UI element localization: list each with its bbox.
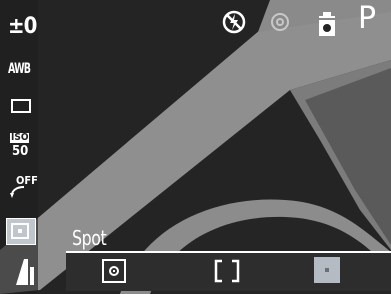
flash-off-icon xyxy=(222,10,246,38)
iso-indicator: ISO 50 xyxy=(10,133,32,159)
image-quality-icon xyxy=(14,257,36,290)
evaluative-dot xyxy=(113,270,115,272)
metering-mode-indicator[interactable] xyxy=(6,218,36,245)
self-timer-indicator: OFF xyxy=(10,175,38,201)
single-shot-drive-icon xyxy=(11,99,31,113)
iso-value: 50 xyxy=(12,144,29,159)
metering-options-bar xyxy=(66,251,391,291)
left-indicator-column: ±0 AWB ISO 50 OFF xyxy=(0,0,38,294)
shooting-mode-indicator: P xyxy=(358,1,377,36)
self-timer-arrow-icon xyxy=(10,186,25,198)
white-balance-indicator: AWB xyxy=(8,61,31,77)
scene-background xyxy=(0,0,391,294)
center-weighted-brackets-icon xyxy=(214,259,240,283)
iso-label: ISO xyxy=(10,132,30,143)
metering-center-weighted-option[interactable] xyxy=(214,259,240,283)
camera-shake-warning-icon xyxy=(317,12,337,42)
metering-evaluative-option[interactable] xyxy=(102,259,126,283)
red-eye-reduction-icon xyxy=(269,12,291,36)
spot-dot-icon xyxy=(325,268,329,272)
metering-spot-small-icon xyxy=(11,223,29,239)
camera-lcd-screen: ±0 AWB ISO 50 OFF P Spot xyxy=(0,0,391,294)
exposure-compensation-indicator: ±0 xyxy=(8,14,37,39)
metering-spot-option[interactable] xyxy=(314,257,340,283)
metering-selected-label: Spot xyxy=(72,226,107,250)
